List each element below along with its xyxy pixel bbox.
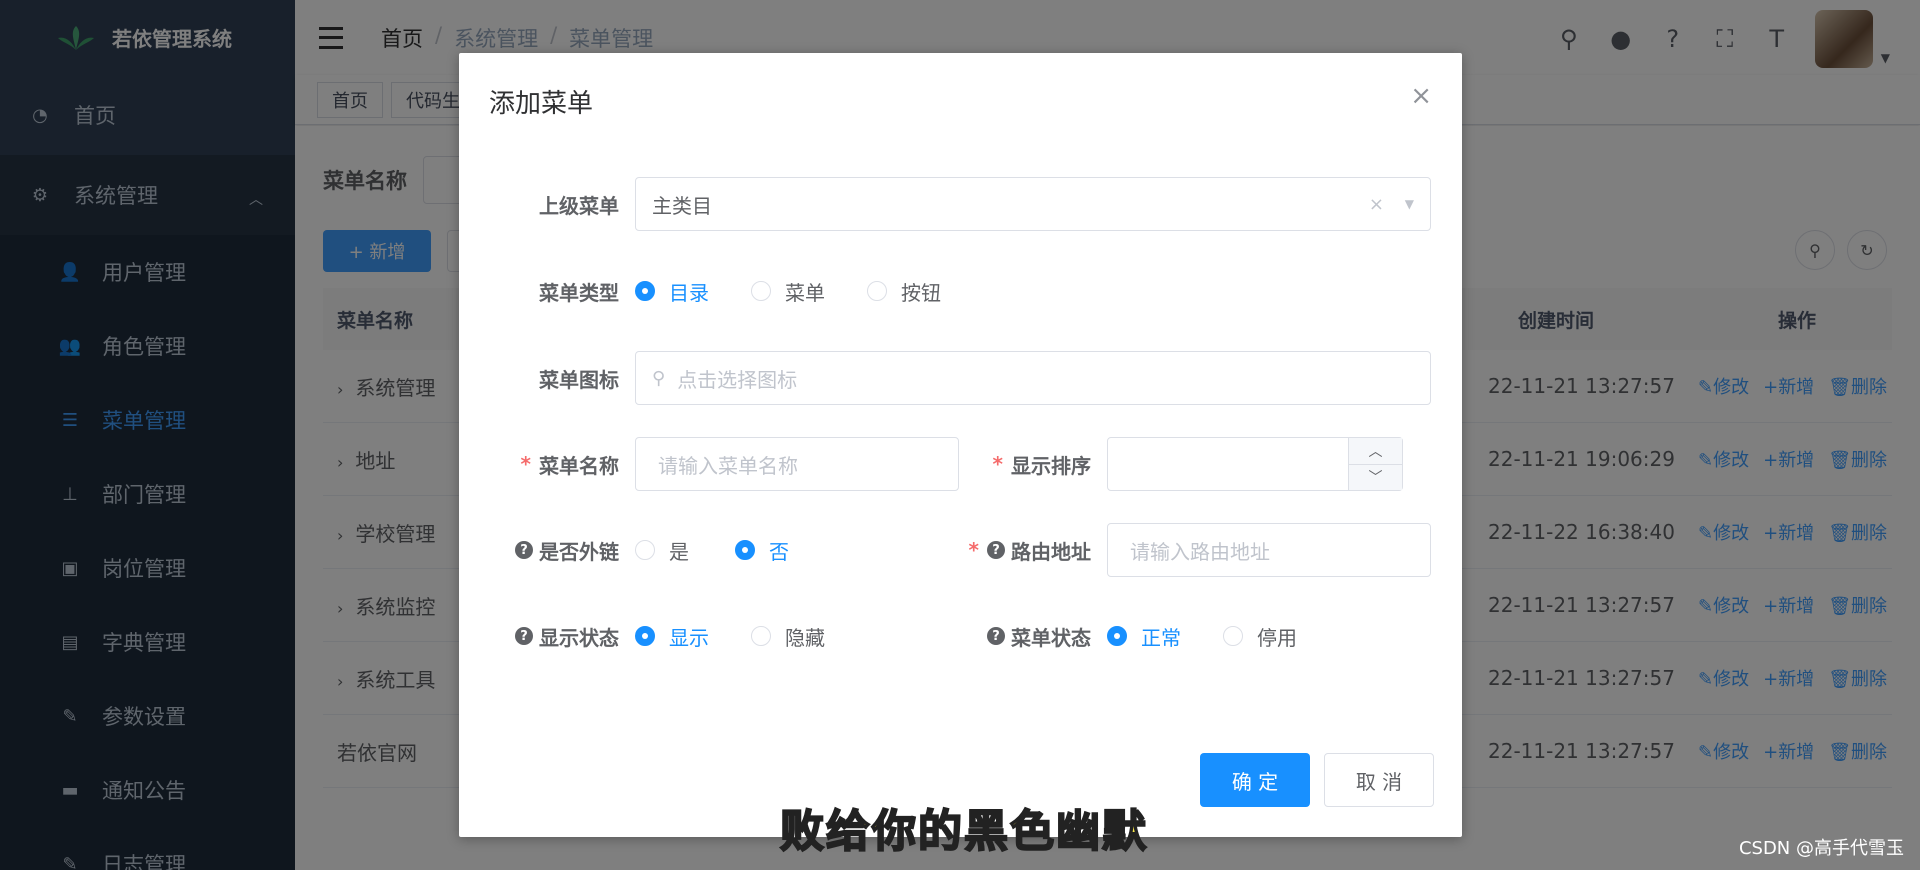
icon-select-input[interactable]: ⚲ 点击选择图标 <box>635 351 1431 405</box>
confirm-button[interactable]: 确 定 <box>1200 753 1310 807</box>
question-icon[interactable]: ? <box>515 627 533 645</box>
visible-label: ? 显示状态 <box>459 609 619 663</box>
menu-type-label: 菜单类型 <box>539 280 619 305</box>
radio-status-disabled[interactable]: 停用 <box>1223 622 1297 651</box>
order-stepper[interactable]: ︿ ﹀ <box>1107 437 1403 491</box>
radio-menu[interactable]: 菜单 <box>751 277 825 306</box>
menu-name-label: * 菜单名称 <box>520 452 619 478</box>
add-menu-dialog: 添加菜单 × 上级菜单 主类目 × ▼ 菜单类型 目录 菜单 按钮 菜单图标 ⚲… <box>459 53 1462 837</box>
external-link-label: ? 是否外链 <box>459 523 619 577</box>
order-label: * 显示排序 <box>992 452 1091 478</box>
clear-icon[interactable]: × <box>1369 194 1384 215</box>
parent-menu-select[interactable]: 主类目 × ▼ <box>635 177 1431 231</box>
question-icon[interactable]: ? <box>987 541 1005 559</box>
radio-visible-show[interactable]: 显示 <box>635 622 709 651</box>
visible-radio-group: 显示 隐藏 <box>635 609 825 663</box>
route-label: *? 路由地址 <box>968 538 1091 564</box>
external-radio-group: 是 否 <box>635 523 789 577</box>
radio-directory[interactable]: 目录 <box>635 277 709 306</box>
search-icon: ⚲ <box>652 367 666 389</box>
menu-status-label: ? 菜单状态 <box>939 609 1091 663</box>
status-radio-group: 正常 停用 <box>1107 609 1297 663</box>
route-input[interactable]: 请输入路由地址 <box>1107 523 1431 577</box>
radio-external-no[interactable]: 否 <box>735 536 789 565</box>
menu-name-input[interactable]: 请输入菜单名称 <box>635 437 959 491</box>
watermark: CSDN @高手代雪玉 <box>1738 838 1904 859</box>
decrease-icon[interactable]: ﹀ <box>1349 465 1402 491</box>
menu-icon-label: 菜单图标 <box>539 367 619 392</box>
caret-down-icon: ▼ <box>1404 197 1414 211</box>
increase-icon[interactable]: ︿ <box>1349 438 1402 465</box>
question-icon[interactable]: ? <box>987 627 1005 645</box>
radio-visible-hide[interactable]: 隐藏 <box>751 622 825 651</box>
radio-status-normal[interactable]: 正常 <box>1107 622 1181 651</box>
radio-button[interactable]: 按钮 <box>867 277 941 306</box>
close-icon[interactable]: × <box>1410 81 1432 111</box>
question-icon[interactable]: ? <box>515 541 533 559</box>
icon-placeholder: 点击选择图标 <box>677 367 798 392</box>
radio-external-yes[interactable]: 是 <box>635 536 689 565</box>
cancel-button[interactable]: 取 消 <box>1324 753 1434 807</box>
dialog-title: 添加菜单 <box>489 89 594 119</box>
video-caption: 败给你的黑色幽默 <box>779 805 1148 858</box>
parent-menu-label: 上级菜单 <box>539 193 619 218</box>
parent-menu-value: 主类目 <box>652 193 712 218</box>
menu-type-radio-group: 目录 菜单 按钮 <box>635 264 941 318</box>
